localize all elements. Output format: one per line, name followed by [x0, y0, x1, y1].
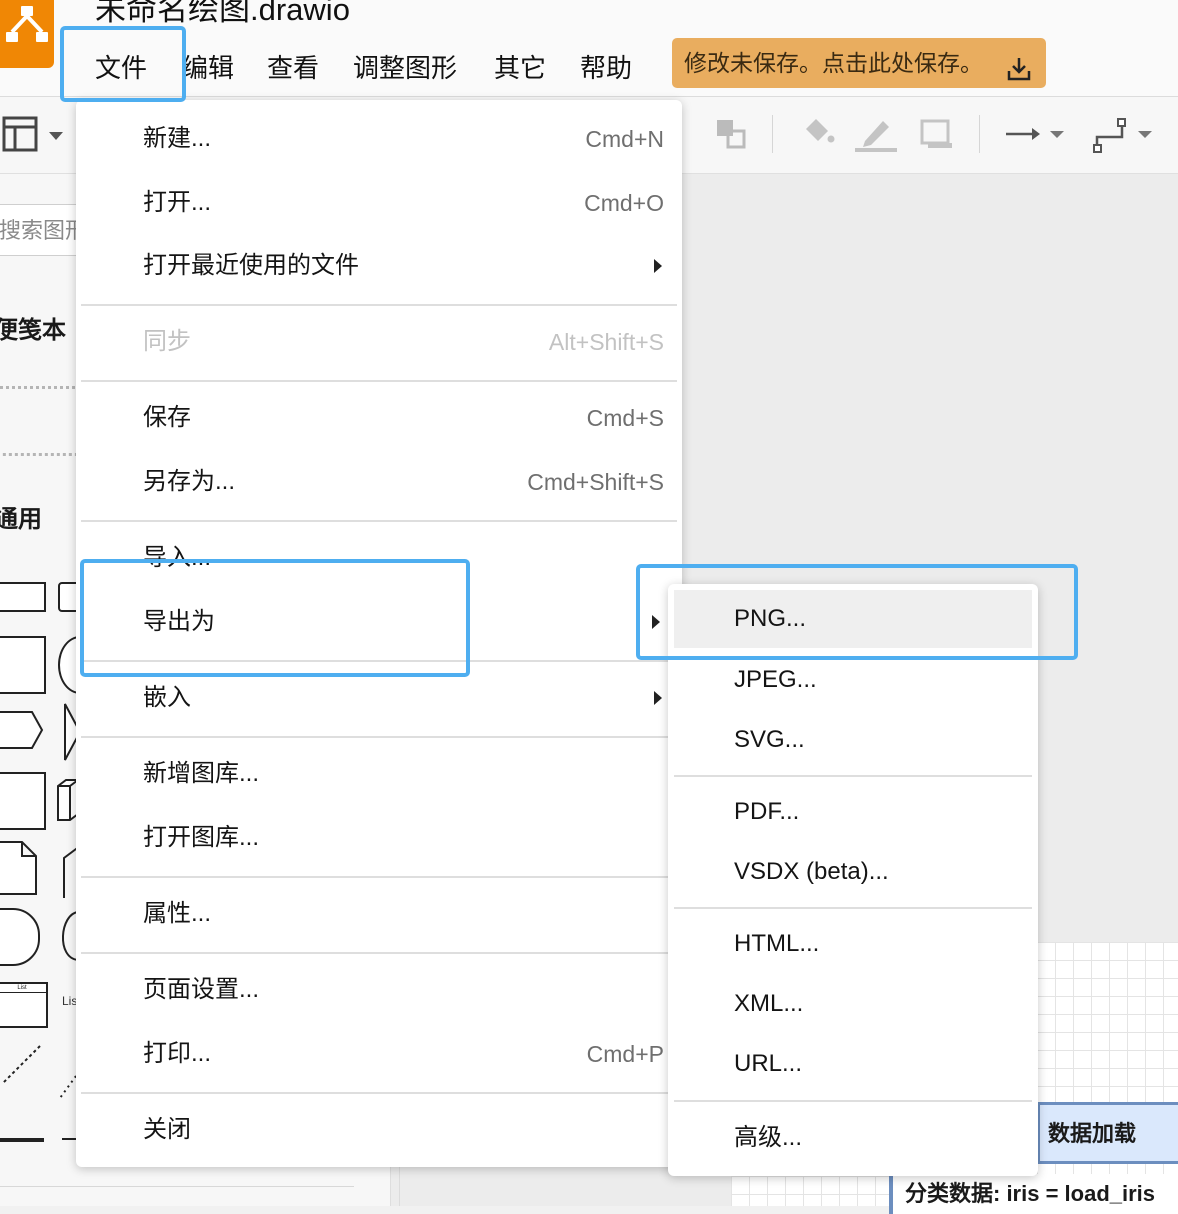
- menu-separator: [81, 304, 677, 306]
- menu-item-shortcut: Alt+Shift+S: [548, 329, 664, 355]
- export-xml[interactable]: XML...: [674, 975, 1032, 1033]
- menu-item-close[interactable]: 关闭: [76, 1099, 682, 1161]
- menu-item-print[interactable]: 打印... Cmd+P: [76, 1023, 682, 1085]
- menu-item-label: 属性...: [143, 900, 212, 927]
- sidebar-divider: [0, 1186, 354, 1187]
- document-shape[interactable]: [0, 840, 40, 901]
- menu-item-label: SVG...: [734, 726, 805, 753]
- menu-item-label: XML...: [734, 990, 804, 1017]
- menu-item-label: 另存为...: [143, 468, 236, 495]
- menu-separator: [674, 775, 1032, 777]
- menu-item-open[interactable]: 打开... Cmd+O: [76, 172, 682, 234]
- menu-item-new[interactable]: 新建... Cmd+N: [76, 108, 682, 170]
- menu-extras[interactable]: 其它: [494, 46, 546, 90]
- menu-item-label: 保存: [143, 404, 191, 431]
- menu-item-new-library[interactable]: 新增图库...: [76, 743, 682, 805]
- menu-item-label: 关闭: [143, 1116, 191, 1143]
- menu-separator: [81, 952, 669, 954]
- menu-item-label: 打开最近使用的文件: [143, 252, 359, 279]
- drawio-logo-icon[interactable]: [0, 0, 54, 68]
- menu-item-page-setup[interactable]: 页面设置...: [76, 959, 682, 1021]
- export-html[interactable]: HTML...: [674, 915, 1032, 973]
- export-vsdx[interactable]: VSDX (beta)...: [674, 843, 1032, 901]
- waypoints-icon[interactable]: [1092, 115, 1158, 160]
- menu-item-label: 打印...: [143, 1040, 212, 1067]
- menu-item-shortcut: Cmd+S: [586, 405, 664, 431]
- menu-item-label: 同步: [143, 328, 191, 355]
- dashed-line-shape[interactable]: [0, 1044, 42, 1091]
- list-shape[interactable]: List: [0, 982, 48, 1028]
- classification-data-node[interactable]: 分类数据: iris = load_iris: [889, 1174, 1178, 1214]
- data-loading-node[interactable]: 数据加载: [1037, 1102, 1178, 1164]
- container-shape[interactable]: [0, 772, 46, 830]
- menu-item-label: 新增图库...: [143, 760, 260, 787]
- unsaved-changes-text: 修改未保存。点击此处保存。: [684, 50, 983, 76]
- list-shape-label: List: [0, 984, 46, 993]
- highlight-file-menu: [60, 26, 186, 102]
- section-scratchpad[interactable]: 便笺本: [0, 310, 66, 345]
- highlight-export-png: [636, 564, 1078, 660]
- menu-help[interactable]: 帮助: [580, 46, 632, 90]
- square-shape[interactable]: [0, 636, 46, 694]
- menu-separator: [81, 876, 669, 878]
- menu-item-label: 新建...: [143, 125, 212, 152]
- connection-arrow-icon[interactable]: [1004, 121, 1070, 152]
- thick-line-shape[interactable]: [0, 1138, 44, 1142]
- menu-separator: [81, 1092, 669, 1094]
- submenu-arrow-icon: [654, 259, 662, 273]
- menu-item-open-library[interactable]: 打开图库...: [76, 807, 682, 869]
- export-advanced[interactable]: 高级...: [674, 1109, 1032, 1167]
- menu-item-properties[interactable]: 属性...: [76, 883, 682, 945]
- menu-item-shortcut: Cmd+N: [585, 126, 664, 152]
- highlight-export-as: [80, 559, 470, 677]
- submenu-arrow-icon: [654, 691, 662, 705]
- menu-separator: [81, 736, 669, 738]
- menu-item-label: PDF...: [734, 798, 800, 825]
- cube-shape[interactable]: [56, 778, 79, 827]
- toolbar-separator: [979, 115, 980, 153]
- menu-separator: [674, 907, 1032, 909]
- export-submenu: PNG... JPEG... SVG... PDF... VSDX (beta)…: [668, 584, 1038, 1176]
- menu-item-open-recent[interactable]: 打开最近使用的文件: [76, 235, 682, 297]
- section-general[interactable]: 通用: [0, 499, 42, 534]
- menu-item-shortcut: Cmd+P: [586, 1041, 664, 1067]
- menu-item-label: HTML...: [734, 930, 820, 957]
- unsaved-changes-banner[interactable]: 修改未保存。点击此处保存。: [672, 38, 1046, 88]
- menu-item-label: VSDX (beta)...: [734, 858, 889, 885]
- menu-item-shortcut: Cmd+O: [584, 190, 664, 216]
- fill-color-icon[interactable]: [800, 115, 836, 156]
- menu-separator: [81, 380, 677, 382]
- menu-separator: [674, 1100, 1032, 1102]
- download-icon: [1006, 49, 1032, 99]
- menu-item-save-as[interactable]: 另存为... Cmd+Shift+S: [76, 451, 682, 513]
- menu-item-label: URL...: [734, 1050, 803, 1077]
- menu-item-label: 高级...: [734, 1124, 803, 1151]
- thin-line-shape[interactable]: [62, 1138, 76, 1140]
- export-pdf[interactable]: PDF...: [674, 783, 1032, 841]
- menu-edit[interactable]: 编辑: [182, 46, 234, 90]
- process-shape[interactable]: [0, 710, 46, 755]
- menu-view[interactable]: 查看: [267, 46, 319, 90]
- delay-shape[interactable]: [0, 908, 40, 966]
- export-url[interactable]: URL...: [674, 1035, 1032, 1093]
- line-color-icon[interactable]: [855, 115, 897, 158]
- format-panel-icon[interactable]: [2, 115, 68, 160]
- menu-item-label: 页面设置...: [143, 976, 260, 1003]
- menu-item-shortcut: Cmd+Shift+S: [527, 469, 664, 495]
- menu-item-save[interactable]: 保存 Cmd+S: [76, 387, 682, 449]
- dotted-line-shape[interactable]: [58, 1074, 78, 1105]
- toolbar-separator: [772, 115, 773, 153]
- to-front-icon[interactable]: [714, 117, 748, 156]
- menu-item-synchronize: 同步 Alt+Shift+S: [76, 311, 682, 373]
- rectangle-shape[interactable]: [0, 582, 46, 612]
- shadow-icon[interactable]: [920, 119, 956, 156]
- menu-item-label: 打开图库...: [143, 824, 260, 851]
- menu-separator: [81, 520, 677, 522]
- menu-item-label: 打开...: [143, 189, 212, 216]
- menu-arrange[interactable]: 调整图形: [353, 46, 457, 90]
- export-svg[interactable]: SVG...: [674, 711, 1032, 769]
